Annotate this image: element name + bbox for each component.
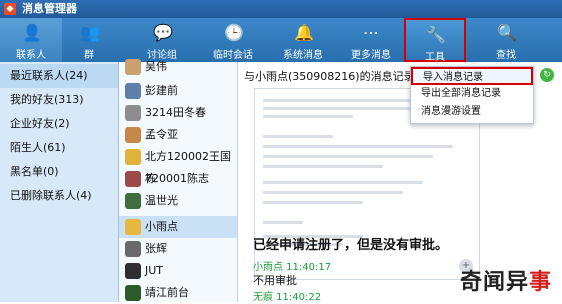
contact-item[interactable]: 孟令亚: [119, 124, 237, 146]
preview-line: [263, 165, 383, 168]
toolbar-contacts-label: 联系人: [16, 50, 46, 61]
toolbar-tools-label: 工具: [425, 52, 445, 63]
contact-item[interactable]: 张辉: [119, 238, 237, 260]
system-message-icon: 🔔: [294, 23, 314, 42]
contact-name: 吴伟: [145, 60, 167, 73]
tools-dropdown-menu: 导入消息记录 导出全部消息记录 消息漫游设置: [410, 66, 534, 124]
title-bar: ◆ 消息管理器: [0, 0, 562, 18]
watermark: 奇闻异事: [460, 264, 552, 296]
avatar: [125, 219, 141, 235]
nav-deleted-contacts[interactable]: 已删除联系人(4): [0, 184, 118, 208]
more-icon: ⋯: [363, 23, 379, 42]
nav-strangers[interactable]: 陌生人(61): [0, 136, 118, 160]
search-icon: 🔍: [497, 23, 517, 42]
preview-line: [263, 181, 423, 184]
avatar: [125, 127, 141, 143]
preview-line: [263, 135, 333, 138]
main-toolbar: 👤 联系人 👥 群 💬 讨论组 🕒 临时会话 🔔 系统消息 ⋯ 更多消息 🔧 工…: [0, 18, 562, 63]
message-sender-time: 无痕 11:40:22: [253, 292, 322, 303]
avatar: [125, 193, 141, 209]
contact-item[interactable]: JUT: [119, 260, 237, 282]
toolbar-more[interactable]: ⋯ 更多消息: [338, 18, 404, 62]
refresh-icon[interactable]: ↻: [540, 68, 554, 82]
window-title: 消息管理器: [22, 2, 77, 15]
preview-line: [263, 107, 413, 110]
nav-enterprise-friends[interactable]: 企业好友(2): [0, 112, 118, 136]
discussion-icon: 💬: [153, 23, 173, 42]
app-logo-icon: ◆: [4, 3, 16, 15]
preview-line: [263, 115, 353, 118]
preview-line: [263, 191, 403, 194]
contact-name: 张辉: [145, 242, 167, 255]
avatar: [125, 285, 141, 301]
contact-item[interactable]: 吴伟: [119, 56, 237, 78]
toolbar-search[interactable]: 🔍 查找: [476, 18, 536, 62]
toolbar-system-message[interactable]: 🔔 系统消息: [268, 18, 338, 62]
contact-name: 小雨点: [145, 220, 178, 233]
temp-chat-icon: 🕒: [224, 23, 244, 42]
preview-line: [263, 145, 453, 148]
watermark-text: 奇闻异: [459, 270, 529, 295]
menu-roaming-settings[interactable]: 消息漫游设置: [411, 103, 533, 121]
contact-item[interactable]: 彭建前: [119, 80, 237, 102]
avatar: [125, 263, 141, 279]
contact-list: 吴伟 彭建前 3214田冬春 孟令亚 北方120002王国栋 720001陈志 …: [119, 59, 238, 304]
contact-item[interactable]: 小雨点: [119, 216, 237, 238]
toolbar-contacts[interactable]: 👤 联系人: [0, 18, 62, 62]
avatar: [125, 241, 141, 257]
message-sender-time: 小雨点 11:40:17: [253, 262, 332, 273]
avatar: [125, 171, 141, 187]
toolbar-tools[interactable]: 🔧 工具: [404, 18, 466, 63]
avatar: [125, 83, 141, 99]
toolbar-group-label: 群: [84, 50, 94, 61]
toolbar-search-label: 查找: [496, 50, 516, 61]
preview-line: [263, 221, 303, 224]
nav-blacklist[interactable]: 黑名单(0): [0, 160, 118, 184]
contact-item[interactable]: 温世光: [119, 190, 237, 212]
toolbar-more-label: 更多消息: [351, 50, 391, 61]
nav-recent-contacts[interactable]: 最近联系人(24): [0, 64, 118, 88]
contact-item[interactable]: 靖江前台: [119, 282, 237, 304]
menu-export-all-records[interactable]: 导出全部消息记录: [411, 85, 533, 103]
contacts-icon: 👤: [22, 23, 42, 42]
avatar: [125, 149, 141, 165]
left-nav: 最近联系人(24) 我的好友(313) 企业好友(2) 陌生人(61) 黑名单(…: [0, 62, 119, 302]
tools-icon: 🔧: [426, 25, 446, 44]
contact-name: 孟令亚: [145, 128, 178, 141]
message-text: 不用审批: [253, 274, 297, 287]
contact-item[interactable]: 3214田冬春: [119, 102, 237, 124]
watermark-text-accent: 事: [528, 270, 552, 295]
group-icon: 👥: [80, 23, 100, 42]
history-title: 与小雨点(350908216)的消息记录: [244, 70, 415, 83]
avatar: [125, 105, 141, 121]
contact-name: JUT: [145, 264, 164, 277]
toolbar-system-message-label: 系统消息: [283, 50, 323, 61]
contact-name: 靖江前台: [145, 286, 189, 299]
avatar: [125, 59, 141, 75]
menu-import-records[interactable]: 导入消息记录: [411, 67, 533, 85]
contact-item[interactable]: 北方120002王国栋: [119, 146, 237, 185]
preview-line: [263, 201, 363, 204]
preview-line: [263, 155, 433, 158]
nav-my-friends[interactable]: 我的好友(313): [0, 88, 118, 112]
message-text: 已经申请注册了，但是没有审批。: [253, 238, 449, 253]
contact-name: 彭建前: [145, 84, 178, 97]
contact-name: 720001陈志: [145, 172, 209, 185]
toolbar-group[interactable]: 👥 群: [62, 18, 116, 62]
contact-name: 3214田冬春: [145, 106, 206, 119]
contact-name: 温世光: [145, 194, 178, 207]
contact-item[interactable]: 720001陈志: [119, 168, 237, 190]
